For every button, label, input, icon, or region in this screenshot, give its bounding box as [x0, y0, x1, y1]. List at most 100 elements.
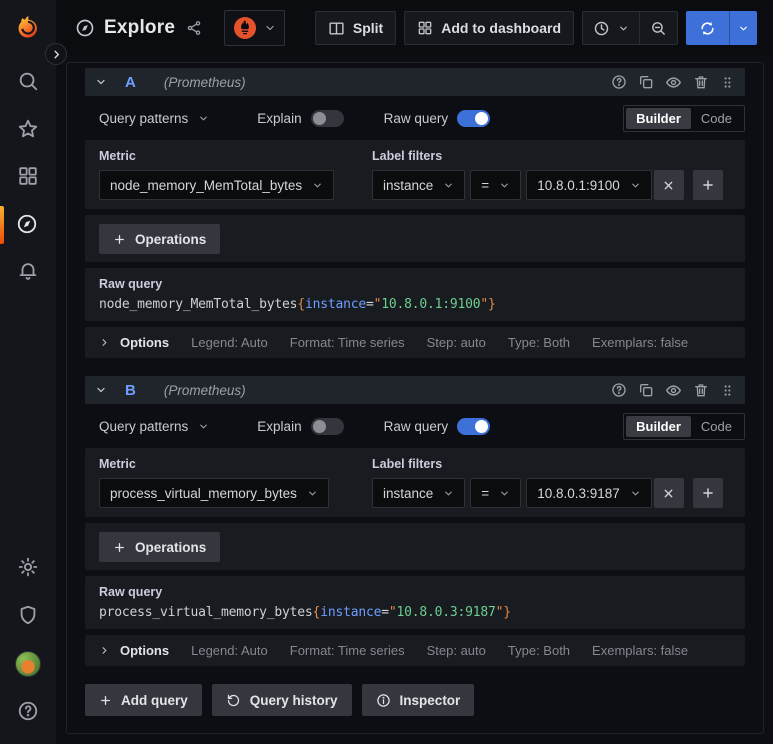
- hide-response-eye-icon[interactable]: [665, 74, 682, 91]
- alerting-bell-icon[interactable]: [17, 260, 39, 282]
- option-type: Type: Both: [507, 643, 571, 658]
- code-mode-button[interactable]: Code: [691, 108, 742, 129]
- prometheus-icon: [233, 16, 257, 40]
- explore-icon[interactable]: [16, 213, 38, 235]
- plus-icon: [113, 233, 126, 246]
- zoom-out-time-button[interactable]: [639, 12, 677, 44]
- drag-handle-icon[interactable]: [720, 383, 735, 398]
- page-head: Explore: [75, 10, 286, 46]
- remove-filter-button[interactable]: [653, 170, 684, 200]
- filter-operator-select[interactable]: =: [470, 478, 522, 508]
- raw-query-toggle[interactable]: [457, 109, 491, 127]
- metric-value: process_virtual_memory_bytes: [110, 485, 297, 501]
- options-row[interactable]: Options Legend: Auto Format: Time series…: [85, 327, 745, 358]
- query-patterns-dropdown[interactable]: Query patterns: [99, 111, 209, 126]
- collapse-chevron-icon[interactable]: [93, 384, 109, 396]
- filter-operator-select[interactable]: =: [470, 170, 522, 200]
- query-toolbar: Query patterns Explain Raw query Builder…: [99, 409, 745, 443]
- add-operations-button[interactable]: Operations: [99, 224, 221, 254]
- add-operations-button[interactable]: Operations: [99, 532, 221, 562]
- option-format: Format: Time series: [289, 643, 405, 658]
- time-range-button[interactable]: [583, 12, 639, 44]
- option-exemplars: Exemplars: false: [592, 335, 689, 350]
- query-ref-id[interactable]: B: [125, 382, 136, 399]
- remove-filter-button[interactable]: [653, 478, 684, 508]
- sidebar-expand-button[interactable]: [45, 43, 67, 65]
- query-row-a: A (Prometheus) Query patterns Explain Ra…: [85, 68, 745, 358]
- share-icon[interactable]: [186, 20, 202, 36]
- search-icon[interactable]: [17, 70, 39, 92]
- query-history-label: Query history: [249, 692, 338, 708]
- metric-filters-section: Metric process_virtual_memory_bytes Labe…: [85, 448, 745, 517]
- refresh-icon: [686, 11, 729, 45]
- help-icon[interactable]: [17, 700, 39, 722]
- chevron-down-icon: [630, 488, 641, 499]
- user-avatar[interactable]: [15, 651, 41, 677]
- hide-response-eye-icon[interactable]: [665, 382, 682, 399]
- filter-operator-value: =: [481, 177, 490, 193]
- filter-value-select[interactable]: 10.8.0.3:9187: [526, 478, 652, 508]
- split-button[interactable]: Split: [314, 11, 397, 45]
- add-filter-button[interactable]: [692, 478, 723, 508]
- run-interval-chevron[interactable]: [729, 11, 757, 45]
- query-patterns-label: Query patterns: [99, 110, 189, 126]
- query-header: A (Prometheus): [85, 68, 745, 96]
- query-row-b: B (Prometheus) Query patterns Explain Ra…: [85, 376, 745, 666]
- query-toolbar: Query patterns Explain Raw query Builder…: [99, 101, 745, 135]
- split-columns-icon: [328, 20, 345, 37]
- metric-select[interactable]: node_memory_MemTotal_bytes: [99, 170, 335, 200]
- duplicate-query-icon[interactable]: [638, 74, 654, 90]
- builder-mode-button[interactable]: Builder: [626, 107, 691, 129]
- add-filter-button[interactable]: [692, 170, 723, 200]
- add-query-button[interactable]: Add query: [85, 684, 202, 716]
- query-history-button[interactable]: Query history: [211, 684, 352, 716]
- explain-toggle[interactable]: [310, 109, 344, 127]
- filter-name-select[interactable]: instance: [372, 170, 466, 200]
- server-admin-shield-icon[interactable]: [17, 604, 39, 626]
- builder-mode-button[interactable]: Builder: [626, 415, 691, 437]
- options-row[interactable]: Options Legend: Auto Format: Time series…: [85, 635, 745, 666]
- explain-label: Explain: [257, 110, 302, 126]
- filter-name-value: instance: [383, 485, 434, 501]
- code-mode-button[interactable]: Code: [691, 416, 742, 437]
- metric-select[interactable]: process_virtual_memory_bytes: [99, 478, 329, 508]
- history-icon: [226, 693, 241, 708]
- split-label: Split: [352, 20, 384, 36]
- run-query-button[interactable]: [686, 11, 757, 45]
- query-datasource-label: (Prometheus): [163, 74, 246, 90]
- filter-value-select[interactable]: 10.8.0.1:9100: [526, 170, 652, 200]
- info-circle-icon: [376, 693, 391, 708]
- explore-content: A (Prometheus) Query patterns Explain Ra…: [56, 56, 773, 744]
- chevron-right-icon: [99, 337, 110, 348]
- filter-name-select[interactable]: instance: [372, 478, 466, 508]
- inspector-button[interactable]: Inspector: [361, 684, 475, 716]
- raw-query-toggle-label: Raw query: [383, 110, 449, 126]
- query-patterns-dropdown[interactable]: Query patterns: [99, 419, 209, 434]
- clock-icon: [593, 20, 610, 37]
- plus-icon: [99, 694, 112, 707]
- metric-filters-section: Metric node_memory_MemTotal_bytes Label …: [85, 140, 745, 209]
- option-legend: Legend: Auto: [191, 335, 268, 350]
- raw-query-section: Raw query process_virtual_memory_bytes{i…: [85, 576, 745, 629]
- explain-toggle[interactable]: [310, 417, 344, 435]
- starred-icon[interactable]: [17, 118, 39, 140]
- dashboards-icon[interactable]: [17, 165, 39, 187]
- query-ref-id[interactable]: A: [125, 74, 136, 91]
- raw-query-toggle[interactable]: [457, 417, 491, 435]
- settings-gear-icon[interactable]: [17, 556, 39, 578]
- grafana-logo-icon[interactable]: [14, 13, 42, 41]
- chevron-down-icon: [499, 488, 510, 499]
- remove-query-trash-icon[interactable]: [693, 74, 709, 90]
- help-circle-icon[interactable]: [611, 382, 627, 398]
- datasource-picker[interactable]: [224, 10, 286, 46]
- drag-handle-icon[interactable]: [720, 75, 735, 90]
- collapse-chevron-icon[interactable]: [93, 76, 109, 88]
- chevron-right-icon: [99, 645, 110, 656]
- remove-query-trash-icon[interactable]: [693, 382, 709, 398]
- duplicate-query-icon[interactable]: [638, 382, 654, 398]
- help-circle-icon[interactable]: [611, 74, 627, 90]
- add-to-dashboard-label: Add to dashboard: [441, 20, 561, 36]
- topbar-actions: Split Add to dashboard: [314, 11, 757, 45]
- add-to-dashboard-button[interactable]: Add to dashboard: [404, 11, 574, 45]
- chevron-down-icon: [618, 23, 629, 34]
